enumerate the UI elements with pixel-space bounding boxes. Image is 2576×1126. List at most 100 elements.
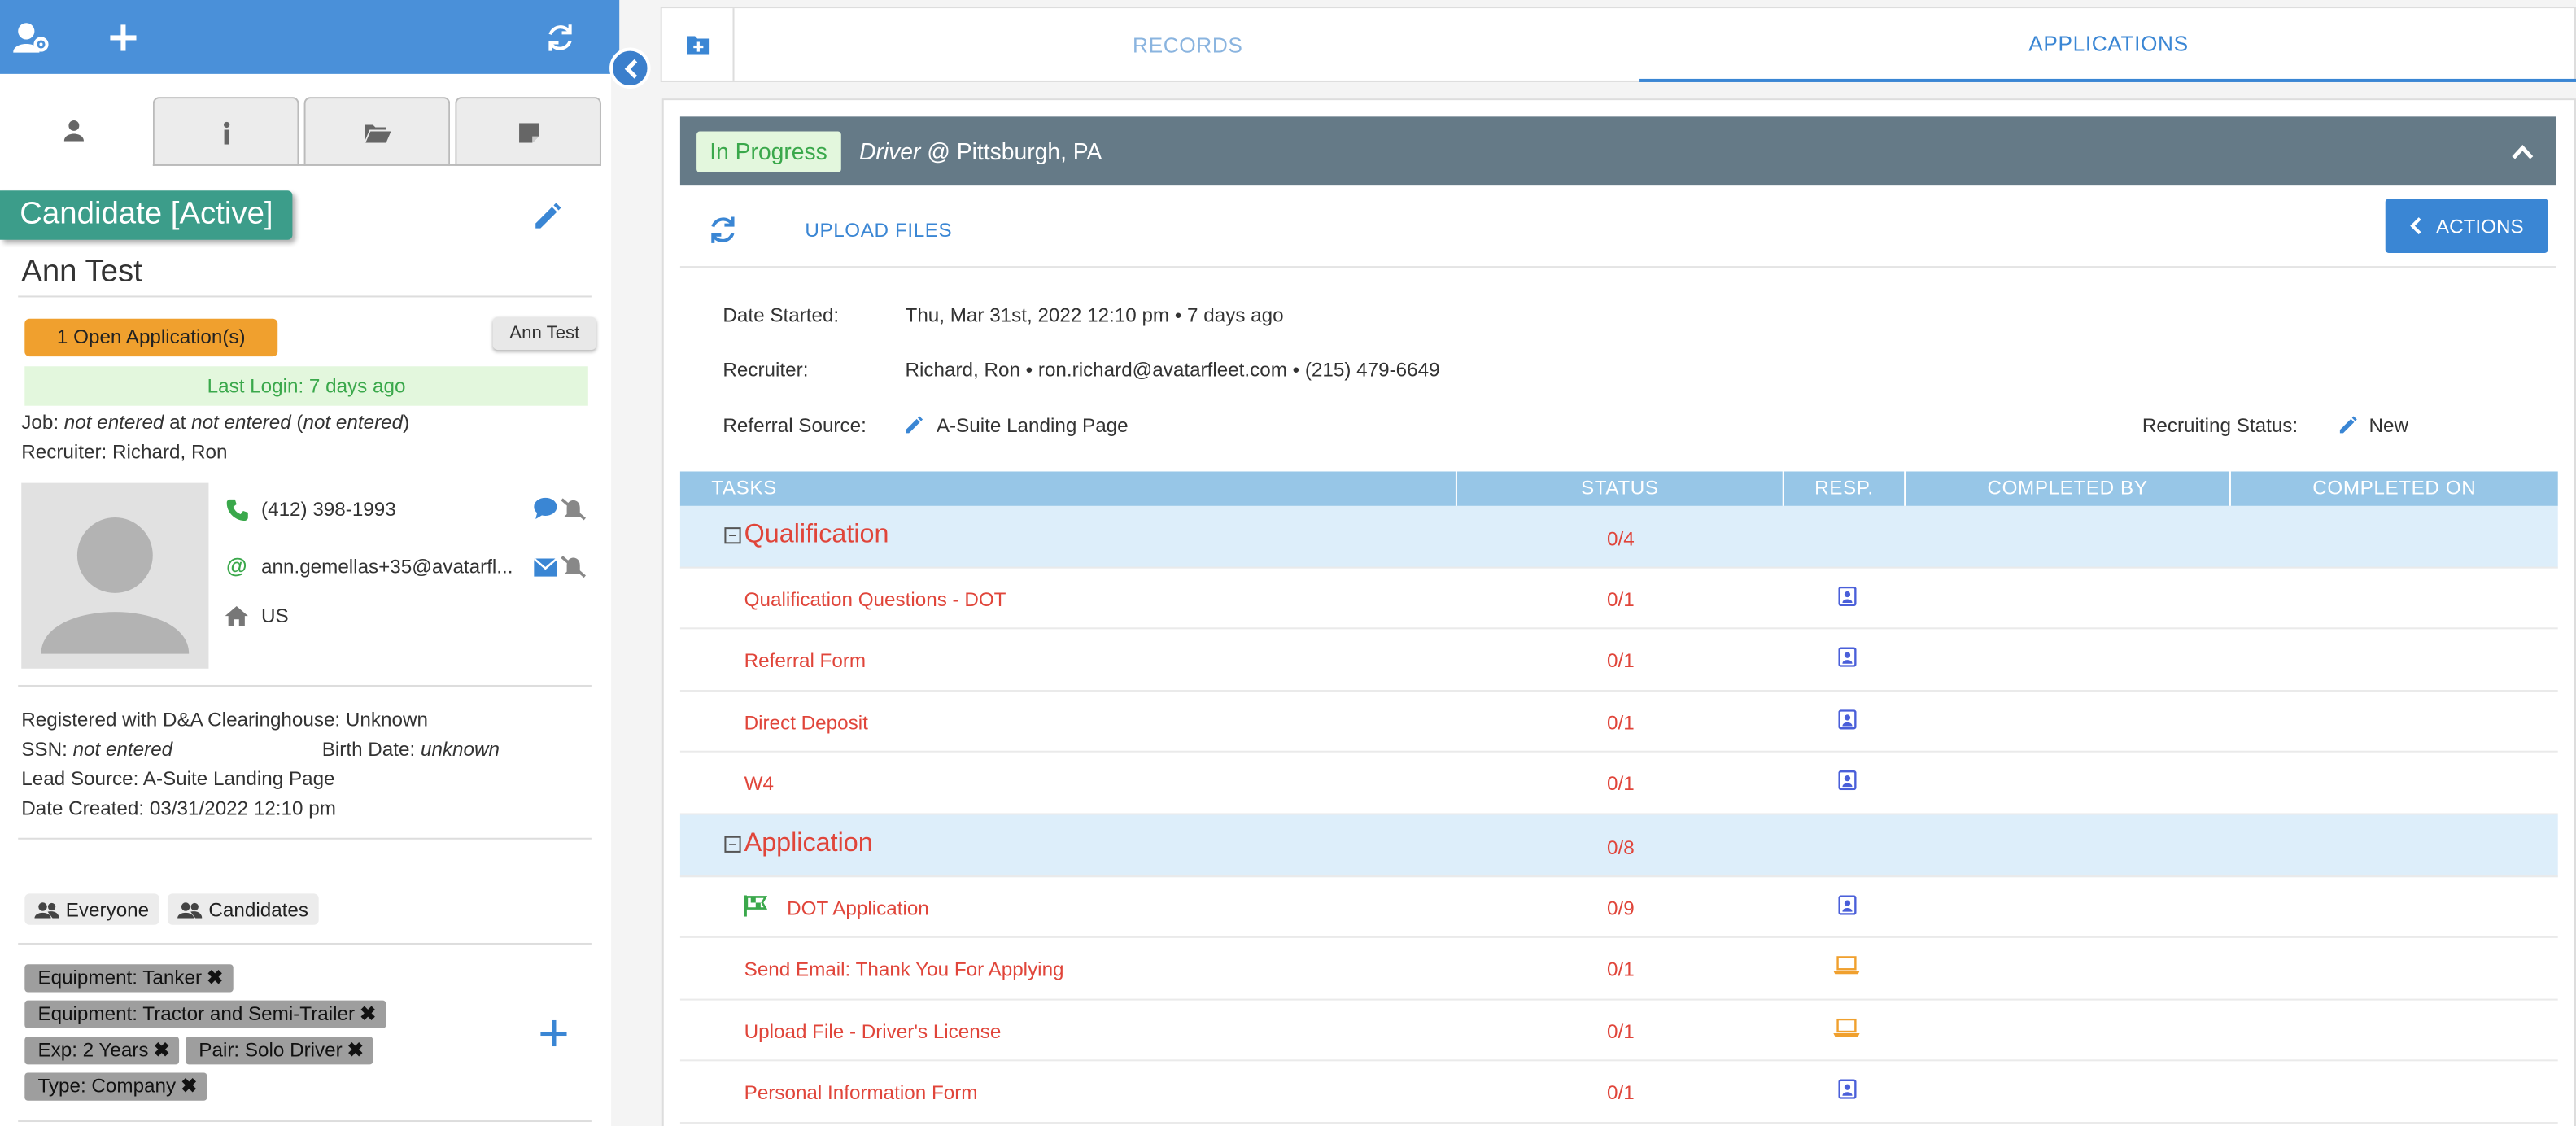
tag-label: Equipment: Tanker: [37, 966, 203, 989]
task-row[interactable]: Personal Information Form 0/1: [679, 1062, 2558, 1124]
tab-applications[interactable]: APPLICATIONS: [1639, 8, 2576, 82]
open-applications-badge[interactable]: 1 Open Application(s): [24, 318, 278, 357]
job-at-text: at: [164, 410, 192, 434]
tag-chip: Equipment: Tractor and Semi-Trailer ✖: [24, 1000, 386, 1028]
column-resp: RESP.: [1784, 471, 1906, 506]
task-status: 0/1: [1606, 772, 1635, 796]
tag-chip: Equipment: Tanker ✖: [24, 964, 234, 993]
clearinghouse-line: Registered with D&A Clearinghouse: Unkno…: [21, 708, 428, 731]
remove-tag-icon[interactable]: ✖: [347, 1038, 364, 1061]
date-created-value: 03/31/2022 12:10 pm: [149, 796, 336, 820]
task-row[interactable]: Direct Deposit 0/1: [679, 692, 2558, 753]
tab-profile[interactable]: [0, 92, 146, 168]
name-chip: Ann Test: [492, 316, 596, 351]
job-title-value: not entered: [63, 410, 164, 434]
divider: [18, 1120, 592, 1123]
edit-pencil-icon[interactable]: [532, 202, 561, 239]
task-name[interactable]: DOT Application: [787, 897, 929, 919]
notifications-off-icon[interactable]: [561, 498, 587, 529]
notifications-off-icon[interactable]: [561, 555, 587, 586]
add-tag-icon[interactable]: [540, 1017, 567, 1053]
referral-source-label: Referral Source:: [723, 413, 867, 438]
sidebar-tabs: [0, 92, 611, 169]
envelope-icon[interactable]: [533, 555, 558, 586]
tab-info[interactable]: [152, 97, 299, 166]
folder-plus-icon: [685, 35, 709, 54]
task-name[interactable]: Qualification Questions - DOT: [744, 587, 1006, 610]
task-row[interactable]: DOT Application 0/9: [679, 876, 2558, 939]
column-tasks: TASKS: [680, 471, 1457, 506]
phone-row: (412) 398-1993: [225, 498, 396, 521]
remove-tag-icon[interactable]: ✖: [360, 1002, 376, 1025]
task-name[interactable]: Referral Form: [744, 649, 866, 672]
lead-source-line: Lead Source: A-Suite Landing Page: [21, 767, 334, 790]
tab-notes[interactable]: [455, 97, 601, 166]
group-label: Candidates: [208, 897, 309, 921]
task-name[interactable]: Personal Information Form: [744, 1081, 978, 1104]
group-label: Everyone: [65, 897, 150, 921]
refresh-icon[interactable]: [708, 216, 737, 253]
task-status: 0/1: [1606, 587, 1635, 611]
email-actions: [533, 555, 587, 586]
chevron-up-icon[interactable]: [2512, 138, 2534, 168]
collapse-group-icon[interactable]: −: [724, 527, 741, 544]
phone-icon: [225, 498, 248, 521]
at-icon: @: [225, 553, 247, 578]
address-row: US: [225, 604, 289, 627]
tab-files[interactable]: [303, 97, 451, 166]
birth-date-label: Birth Date:: [321, 737, 416, 761]
tab-underline: [152, 164, 601, 166]
new-folder-button[interactable]: [662, 8, 735, 81]
remove-tag-icon[interactable]: ✖: [207, 966, 223, 989]
remove-tag-icon[interactable]: ✖: [181, 1074, 197, 1097]
recruiter-line: Recruiter: Richard, Ron: [21, 440, 227, 463]
phone-actions: [534, 497, 587, 529]
laptop-icon: [1827, 1018, 1866, 1037]
job-role: Driver: [858, 137, 921, 164]
candidate-status-label: Candidate [Active]: [0, 190, 293, 240]
group-chip-everyone[interactable]: Everyone: [24, 893, 159, 925]
job-detail-value: not entered: [303, 410, 404, 434]
task-name[interactable]: Upload File - Driver's License: [744, 1019, 1002, 1042]
edit-status-icon[interactable]: [2338, 414, 2357, 443]
recruiter-label: Recruiter:: [21, 440, 107, 464]
status-badge: In Progress: [696, 131, 840, 173]
task-row[interactable]: Upload File - Driver's License 0/1: [679, 1000, 2558, 1063]
task-group-row[interactable]: − Qualification 0/4: [679, 505, 2558, 568]
last-login-banner: Last Login: 7 days ago: [24, 366, 588, 406]
chat-icon[interactable]: [534, 497, 557, 529]
task-row[interactable]: Send Email: Thank You For Applying 0/1: [679, 938, 2558, 1001]
task-name[interactable]: W4: [744, 773, 774, 796]
application-header[interactable]: In Progress Driver @ Pittsburgh, PA: [679, 116, 2556, 186]
remove-tag-icon[interactable]: ✖: [154, 1038, 170, 1061]
column-completed-by: COMPLETED BY: [1906, 471, 2231, 506]
group-chip-candidates[interactable]: Candidates: [167, 893, 319, 925]
task-row[interactable]: W4 0/1: [679, 753, 2558, 815]
collapse-group-icon[interactable]: −: [724, 836, 741, 853]
tag-label: Pair: Solo Driver: [199, 1038, 343, 1062]
clearinghouse-label: Registered with D&A Clearinghouse:: [21, 708, 341, 731]
task-name[interactable]: Send Email: Thank You For Applying: [744, 958, 1064, 980]
actions-button[interactable]: ACTIONS: [2385, 199, 2548, 253]
task-name[interactable]: Direct Deposit: [744, 711, 868, 734]
tab-records[interactable]: RECORDS: [736, 8, 1640, 82]
add-icon[interactable]: [103, 18, 142, 57]
actions-label: ACTIONS: [2435, 214, 2524, 238]
chevron-left-icon: [2409, 217, 2421, 235]
task-status: 0/1: [1606, 1019, 1635, 1043]
phone-value[interactable]: (412) 398-1993: [261, 498, 396, 521]
contact-card-icon: [1827, 1080, 1866, 1100]
task-status: 0/4: [1606, 527, 1635, 551]
task-row[interactable]: Qualification Questions - DOT 0/1: [679, 568, 2558, 630]
refresh-icon[interactable]: [540, 18, 579, 57]
column-status: STATUS: [1457, 471, 1784, 506]
collapse-sidebar-button[interactable]: [609, 47, 651, 89]
upload-files-button[interactable]: UPLOAD FILES: [805, 219, 952, 242]
edit-referral-icon[interactable]: [904, 414, 923, 443]
lead-source-value: A-Suite Landing Page: [142, 766, 335, 791]
task-group-row[interactable]: − Application 0/8: [679, 814, 2558, 877]
user-settings-icon[interactable]: [11, 18, 50, 57]
task-row[interactable]: Referral Form 0/1: [679, 630, 2558, 692]
birth-date-line: Birth Date: unknown: [322, 738, 500, 761]
email-value[interactable]: ann.gemellas+35@avatarfl...: [261, 554, 513, 577]
